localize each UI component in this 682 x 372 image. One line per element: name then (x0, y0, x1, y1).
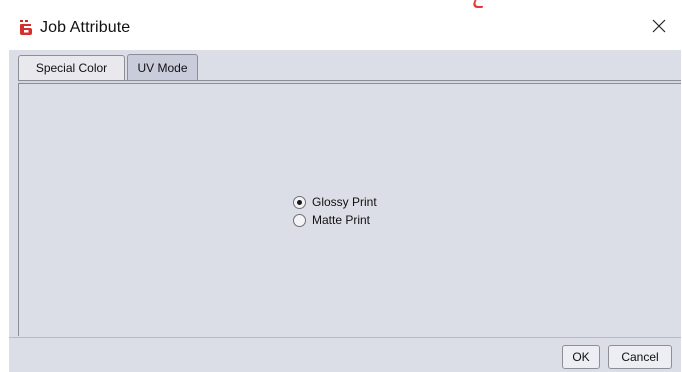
red-annotation-mark (471, 0, 486, 8)
tab-special-color[interactable]: Special Color (18, 55, 125, 80)
ok-button[interactable]: OK (562, 345, 600, 369)
glossy-print-radio[interactable] (293, 195, 306, 209)
glossy-print-label: Glossy Print (312, 195, 377, 209)
tab-uv-mode[interactable]: UV Mode (127, 54, 198, 81)
window-title: Job Attribute (40, 19, 131, 36)
matte-print-option[interactable]: Matte Print (293, 211, 377, 229)
tab-label: UV Mode (137, 61, 188, 75)
tab-strip: Special Color UV Mode (9, 50, 681, 82)
matte-print-radio[interactable] (293, 213, 306, 227)
cancel-button[interactable]: Cancel (608, 345, 672, 369)
tab-label: Special Color (35, 61, 108, 75)
button-bar-divider (9, 337, 681, 338)
matte-print-label: Matte Print (312, 213, 371, 227)
close-button[interactable] (644, 12, 674, 40)
app-logo-icon (19, 20, 33, 36)
close-icon (652, 19, 666, 33)
glossy-print-option[interactable]: Glossy Print (293, 193, 377, 211)
title-bar: Job Attribute (0, 0, 682, 50)
uv-mode-radio-group: Glossy Print Matte Print (293, 193, 377, 229)
